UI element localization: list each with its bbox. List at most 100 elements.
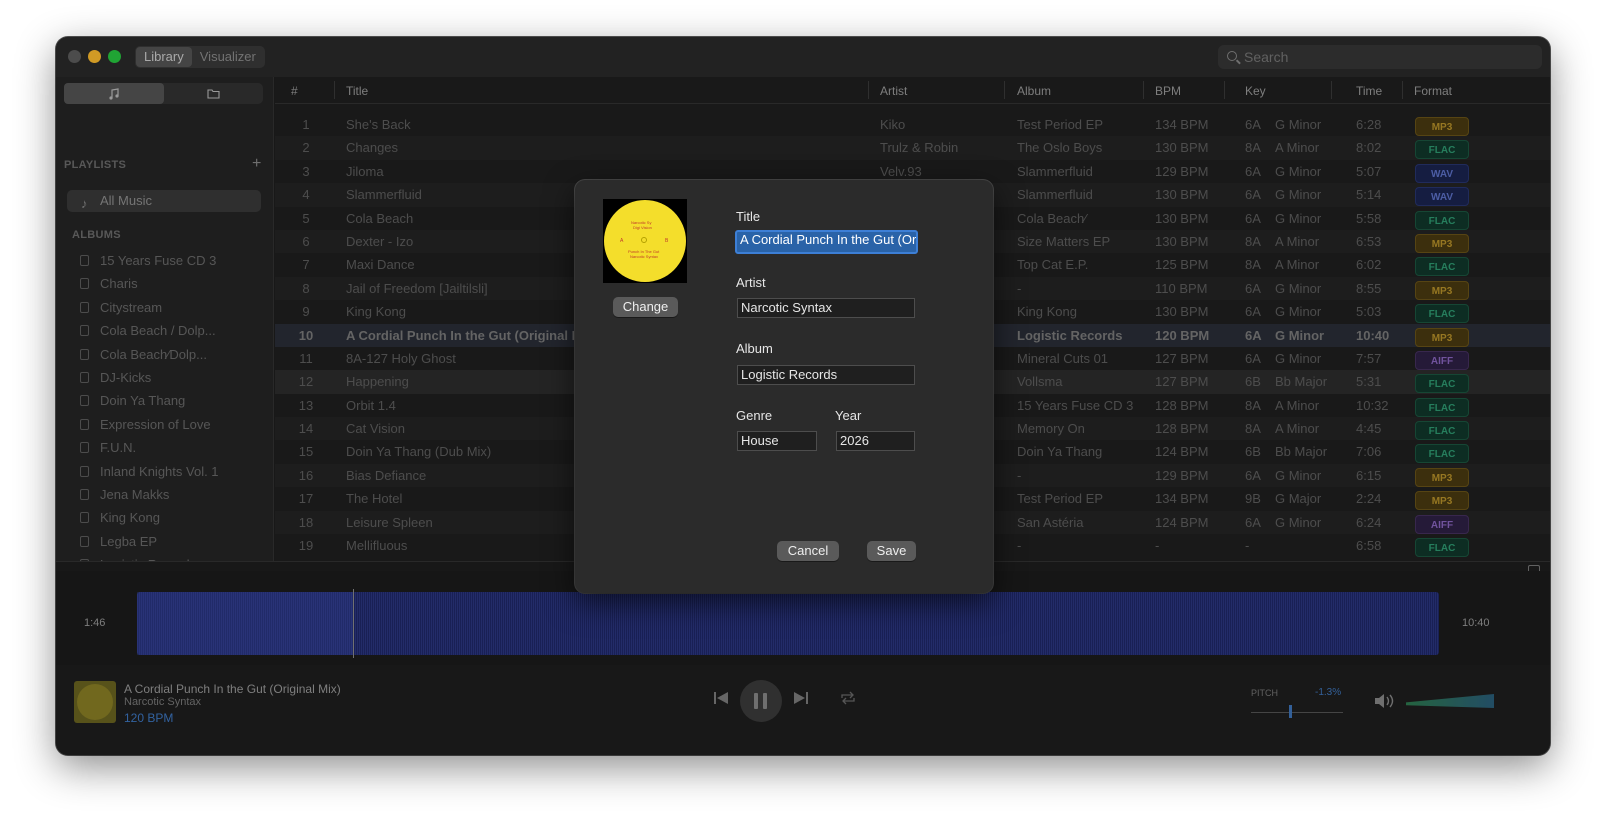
cell-bpm: 130 BPM — [1155, 187, 1209, 203]
previous-track-icon[interactable] — [713, 691, 729, 710]
cell-bpm: 120 BPM — [1155, 327, 1210, 343]
sidebar-item-album[interactable]: Doin Ya Thang — [56, 389, 273, 412]
sidebar-item-album[interactable]: Charis — [56, 272, 273, 295]
column-key[interactable]: Key — [1245, 84, 1266, 98]
artist-label: Artist — [736, 275, 766, 290]
album-icon — [80, 535, 89, 547]
column-bpm[interactable]: BPM — [1155, 84, 1181, 98]
format-badge: FLAC — [1415, 397, 1469, 417]
playhead[interactable] — [353, 589, 355, 658]
cancel-button[interactable]: Cancel — [777, 541, 839, 561]
sidebar-item-album[interactable]: Jena Makks — [56, 483, 273, 506]
player-bar: A Cordial Punch In the Gut (Original Mix… — [56, 665, 1550, 755]
album-icon — [80, 442, 89, 454]
sidebar-item-album[interactable]: King Kong — [56, 506, 273, 529]
cell-bpm: 124 BPM — [1155, 514, 1209, 530]
cell-key: 6A — [1245, 210, 1261, 226]
column-album[interactable]: Album — [1017, 84, 1051, 98]
search-input[interactable]: Search — [1218, 45, 1542, 69]
sidebar-item-album[interactable]: Cola Beach⁄Dolp... — [56, 343, 273, 366]
waveform-played — [137, 592, 354, 655]
cell-bpm: - — [1155, 538, 1160, 554]
cell-album: Doin Ya Thang — [1017, 444, 1103, 460]
cell-album: Logistic Records — [1017, 327, 1123, 343]
cell-album: Slammerfluid — [1017, 163, 1093, 179]
sidebar-item-label: 15 Years Fuse CD 3 — [100, 253, 217, 268]
format-badge: MP3 — [1415, 280, 1469, 300]
now-playing-bpm: 120 BPM — [124, 711, 174, 725]
table-row[interactable]: 2 Changes Trulz & Robin The Oslo Boys 130 BP… — [275, 136, 1550, 160]
close-window-button[interactable] — [68, 50, 81, 63]
cell-time: 2:24 — [1356, 491, 1382, 507]
cell-time: 5:14 — [1356, 187, 1382, 203]
cell-n: 2 — [302, 140, 310, 156]
music-note-icon[interactable] — [64, 83, 164, 104]
cell-scale: G Minor — [1275, 117, 1322, 132]
table-row[interactable]: 1 She's Back Kiko Test Period EP 134 BPM 6A G … — [275, 113, 1550, 136]
album-icon — [80, 301, 89, 313]
zoom-window-button[interactable] — [108, 50, 121, 63]
column-artist[interactable]: Artist — [880, 84, 907, 98]
sidebar-item-album[interactable]: Legba EP — [56, 530, 273, 553]
pitch-value: -1.3% — [1315, 687, 1342, 698]
waveform-scrubber[interactable] — [137, 589, 1439, 658]
pitch-slider-knob[interactable] — [1289, 705, 1292, 718]
sidebar-item-album[interactable]: Expression of Love — [56, 413, 273, 436]
cell-time: 7:57 — [1356, 350, 1382, 366]
volume-slider[interactable] — [1406, 694, 1494, 708]
cell-key: 6A — [1245, 467, 1261, 483]
artist-field[interactable]: Narcotic Syntax — [737, 298, 915, 318]
add-playlist-button[interactable]: + — [252, 155, 261, 173]
cell-bpm: 124 BPM — [1155, 444, 1209, 460]
minimize-window-button[interactable] — [88, 50, 101, 63]
sidebar-item-all-music[interactable]: ♪ All Music — [67, 190, 261, 212]
cell-bpm: 130 BPM — [1155, 140, 1209, 156]
cell-bpm: 129 BPM — [1155, 163, 1209, 179]
column-time[interactable]: Time — [1356, 84, 1382, 98]
title-field[interactable]: A Cordial Punch In the Gut (Original Mix… — [735, 230, 918, 254]
sidebar-item-album[interactable]: F.U.N. — [56, 436, 273, 459]
cell-key: 6B — [1245, 444, 1261, 460]
album-list: 15 Years Fuse CD 3 Charis Citystream Cola B… — [56, 249, 273, 571]
sidebar-item-album[interactable]: 15 Years Fuse CD 3 — [56, 249, 273, 272]
volume-icon[interactable] — [1373, 692, 1397, 713]
change-artwork-button[interactable]: Change — [613, 297, 678, 317]
album-field[interactable]: Logistic Records — [737, 365, 915, 385]
sidebar-item-album[interactable]: DJ-Kicks — [56, 366, 273, 389]
tab-visualizer[interactable]: Visualizer — [192, 47, 264, 67]
sidebar-item-album[interactable]: Inland Knights Vol. 1 — [56, 460, 273, 483]
next-track-icon[interactable] — [793, 691, 809, 710]
cell-n: 4 — [302, 187, 310, 203]
cell-artist: Velv.93 — [880, 163, 922, 179]
sidebar-item-label: Doin Ya Thang — [100, 393, 186, 409]
cell-key: 8A — [1245, 421, 1261, 437]
column-format[interactable]: Format — [1414, 84, 1452, 98]
tab-library[interactable]: Library — [136, 47, 192, 67]
cell-n: 5 — [302, 210, 310, 226]
sidebar-item-album[interactable]: Citystream — [56, 296, 273, 319]
year-field[interactable]: 2026 — [836, 431, 915, 451]
format-badge: MP3 — [1415, 491, 1469, 511]
genre-field[interactable]: House — [737, 431, 817, 451]
cell-n: 18 — [298, 514, 314, 530]
cell-scale: A Minor — [1275, 257, 1320, 273]
pitch-slider[interactable] — [1251, 712, 1343, 713]
repeat-icon[interactable] — [840, 691, 856, 710]
artwork-text: Narcotic Syntax — [630, 254, 659, 259]
pause-button[interactable] — [740, 680, 782, 722]
cell-key: 6A — [1245, 280, 1261, 296]
folder-icon[interactable] — [164, 83, 264, 104]
format-badge: FLAC — [1415, 421, 1469, 441]
view-switcher: Library Visualizer — [135, 46, 265, 68]
sidebar-item-album[interactable]: Cola Beach / Dolp... — [56, 319, 273, 342]
column-title[interactable]: Title — [346, 84, 368, 98]
format-badge: MP3 — [1415, 117, 1469, 136]
column-number[interactable]: # — [291, 84, 298, 98]
artwork-text: Digi Vision — [633, 225, 652, 230]
album-icon — [80, 418, 89, 430]
save-button[interactable]: Save — [867, 541, 916, 561]
format-badge: FLAC — [1415, 210, 1469, 230]
album-label: Album — [736, 341, 773, 356]
sidebar-mode-switcher — [64, 83, 263, 104]
cell-bpm: 110 BPM — [1155, 280, 1208, 296]
